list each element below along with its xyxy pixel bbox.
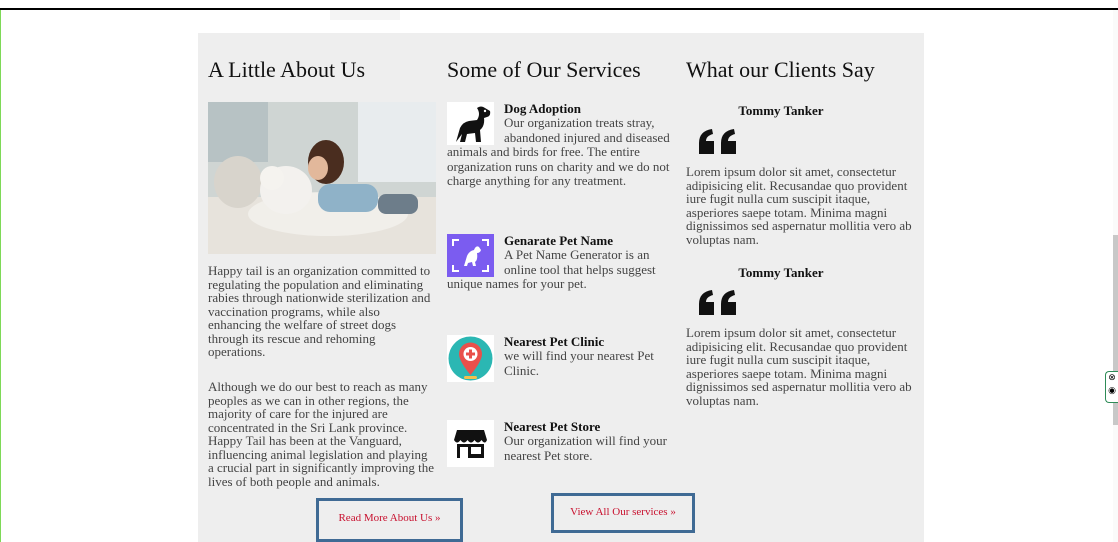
about-paragraph-2: Although we do our best to reach as many…: [208, 379, 434, 489]
services-heading: Some of Our Services: [447, 57, 641, 82]
top-border: [0, 8, 1118, 10]
left-border: [0, 10, 1, 542]
service-item-dog-adoption: Dog Adoption Our organization treats str…: [447, 102, 675, 189]
testimonial-name: Tommy Tanker: [738, 265, 824, 280]
quote-icon: [696, 287, 742, 317]
store-icon: [447, 420, 494, 467]
testimonial-text: Lorem ipsum dolor sit amet, consectetur …: [686, 164, 912, 247]
read-more-about-us-button[interactable]: Read More About Us »: [316, 498, 463, 542]
close-icon[interactable]: ⊗: [1106, 372, 1118, 385]
extension-icon[interactable]: ◉: [1106, 385, 1118, 398]
about-photo: [208, 102, 436, 254]
side-widget[interactable]: ⊗ ◉: [1105, 371, 1118, 403]
header-remnant: [330, 10, 400, 20]
service-item-pet-store: Nearest Pet Store Our organization will …: [447, 420, 675, 467]
about-heading: A Little About Us: [208, 57, 366, 82]
info-panel: A Little About Us Happy tail is an organ…: [198, 33, 924, 542]
quote-icon: [696, 126, 742, 156]
service-item-pet-clinic: Nearest Pet Clinic we will find your nea…: [447, 335, 675, 382]
testimonial-name: Tommy Tanker: [738, 103, 824, 118]
service-item-pet-name: Genarate Pet Name A Pet Name Generator i…: [447, 234, 675, 292]
dog-icon: [447, 102, 494, 145]
about-paragraph-1: Happy tail is an organization committed …: [208, 263, 431, 359]
clinic-location-icon: [447, 335, 494, 382]
view-all-services-button[interactable]: View All Our services »: [551, 493, 695, 533]
clients-heading: What our Clients Say: [686, 57, 875, 82]
pet-name-icon: [447, 234, 494, 277]
testimonial-text: Lorem ipsum dolor sit amet, consectetur …: [686, 325, 912, 408]
